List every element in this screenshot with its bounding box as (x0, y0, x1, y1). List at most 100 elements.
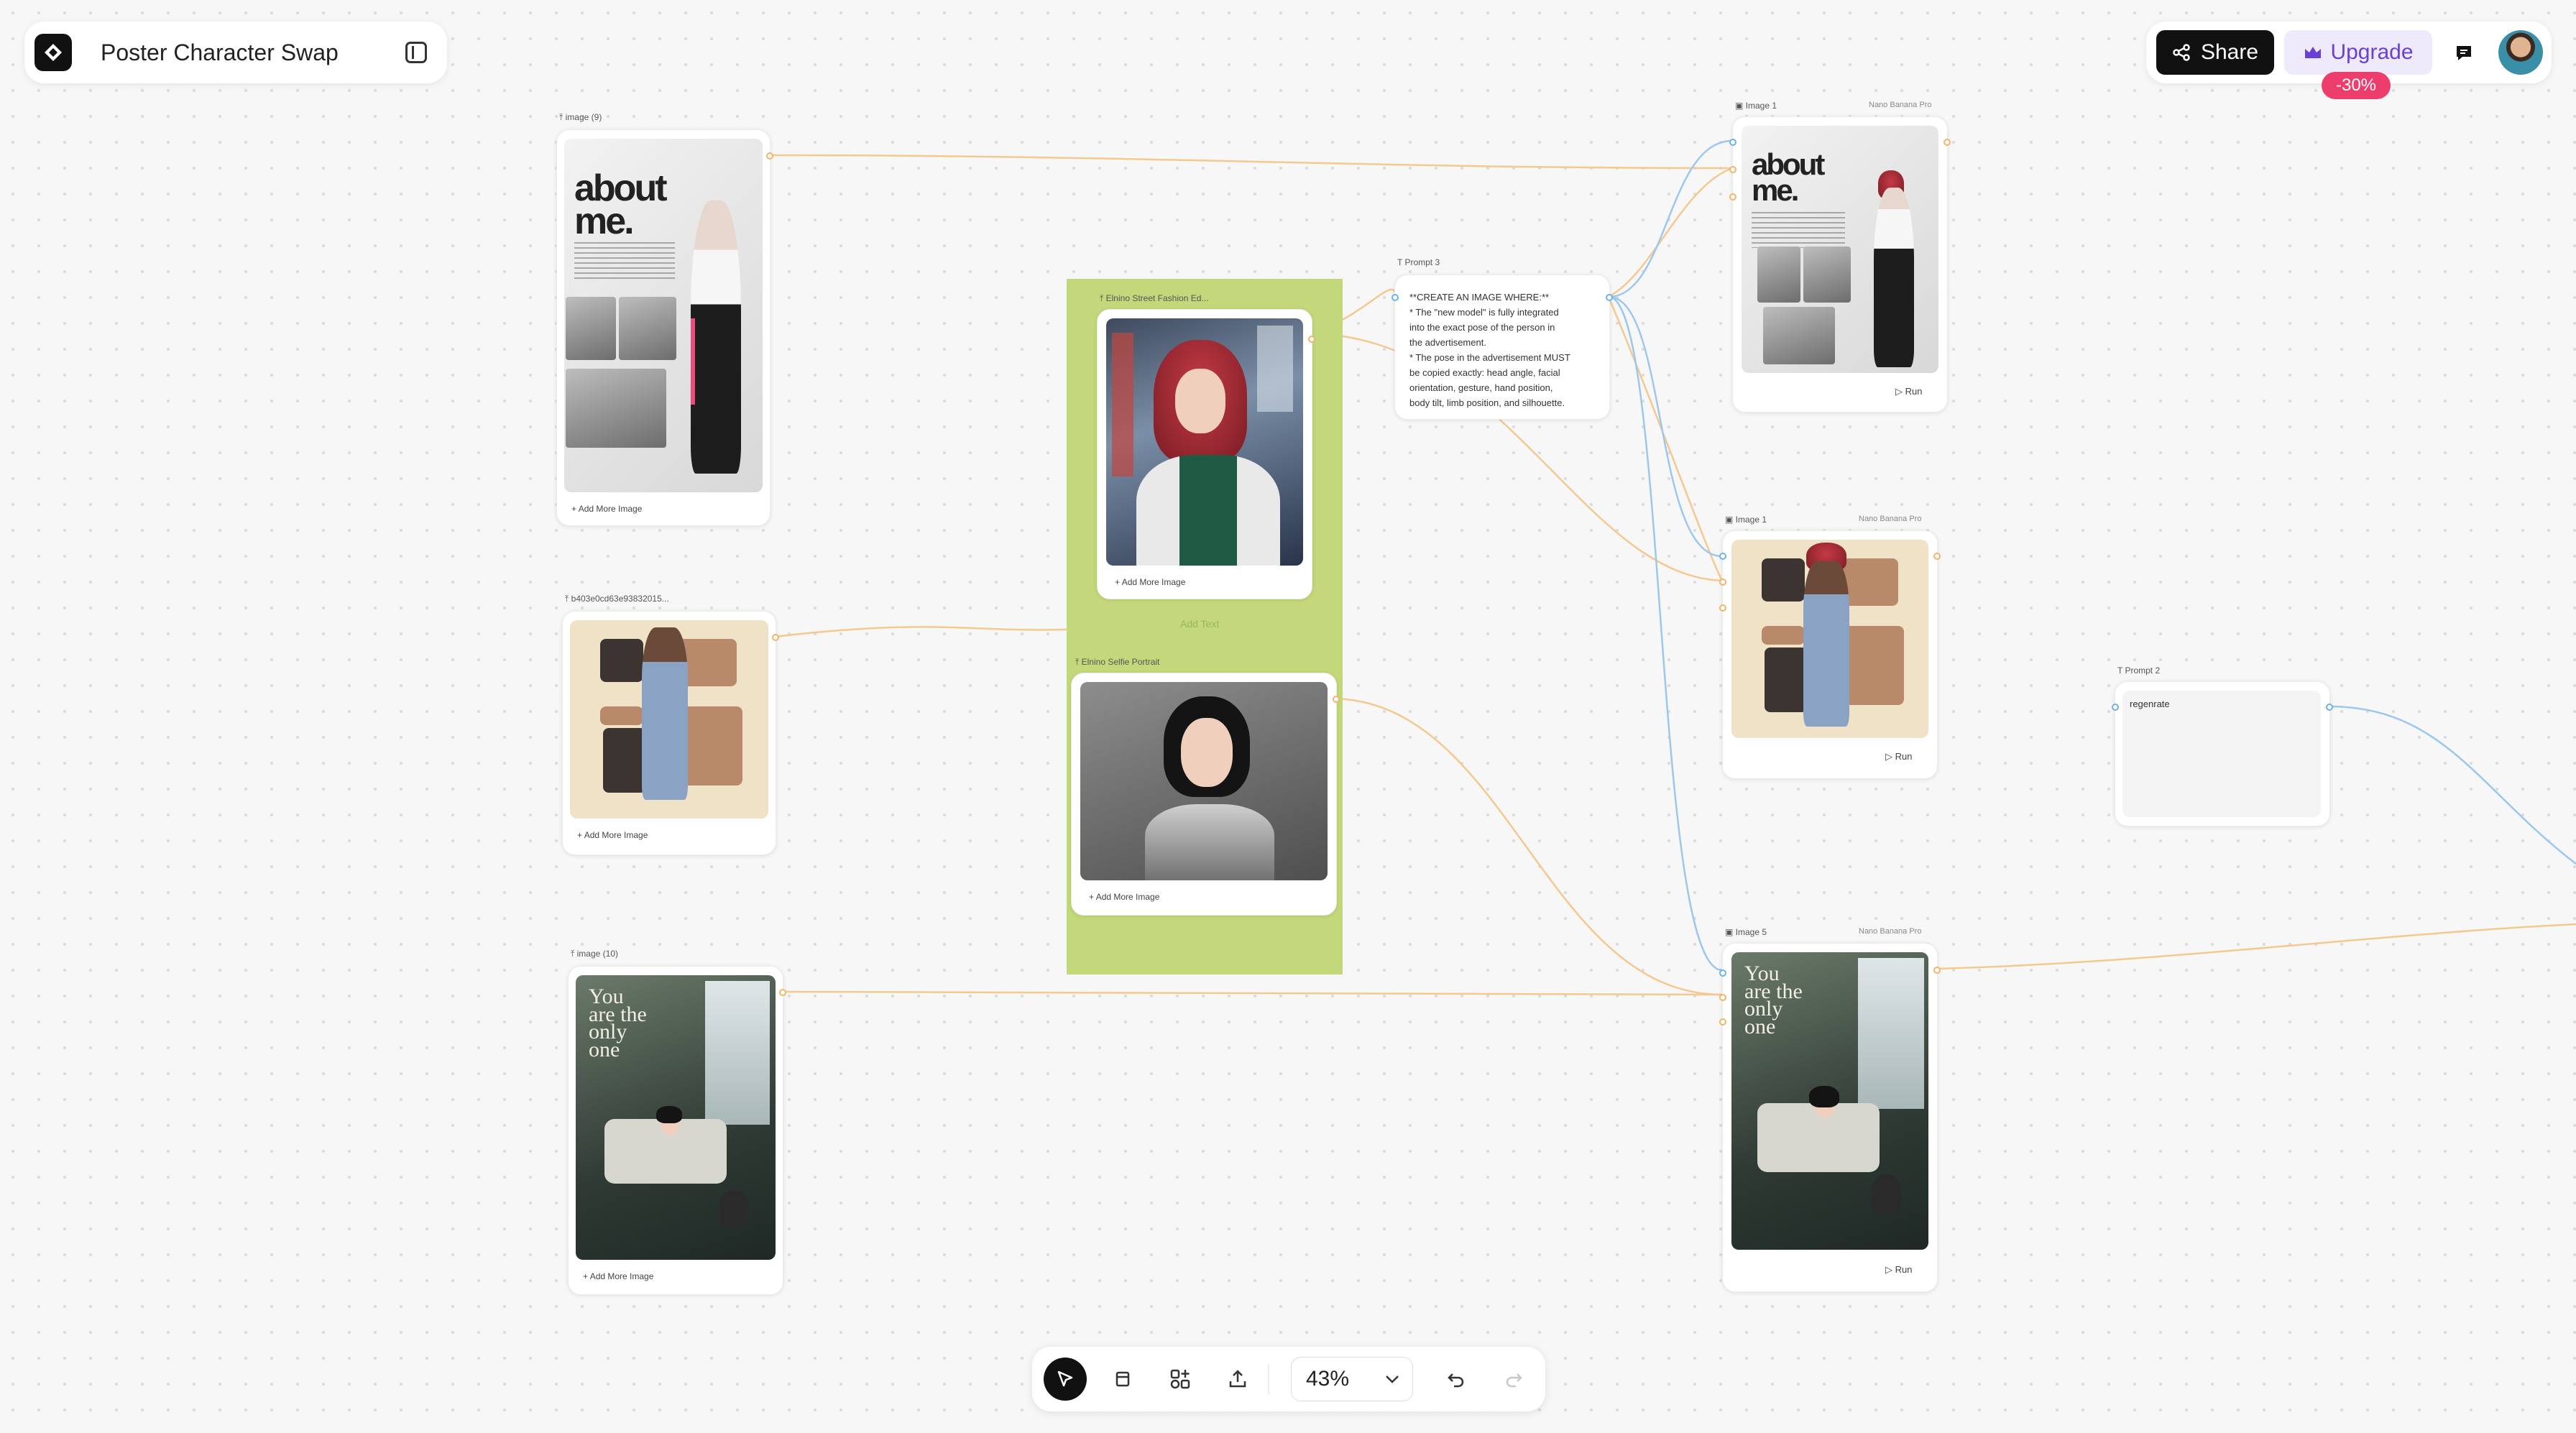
input-port[interactable] (1719, 1018, 1726, 1026)
frame-tool-button[interactable] (1101, 1358, 1144, 1401)
node-label-selfie: ⤒ Elnino Selfie Portrait (1075, 657, 1160, 667)
input-port[interactable] (1729, 139, 1736, 146)
input-port[interactable] (1729, 193, 1736, 201)
prompt-textarea[interactable]: regenrate (2122, 691, 2321, 817)
user-avatar[interactable] (2498, 30, 2543, 75)
output-port[interactable] (1308, 336, 1315, 343)
image-thumbnail[interactable]: about me. (564, 139, 763, 492)
wire-hashimg-group (774, 626, 1067, 638)
model-label: Nano Banana Pro (1859, 927, 1922, 936)
add-text-button[interactable]: Add Text (1180, 618, 1219, 630)
image-thumbnail[interactable] (1106, 318, 1303, 566)
add-more-image-button[interactable]: + Add More Image (583, 1271, 653, 1281)
output-port[interactable] (779, 989, 786, 996)
node-label-prompt2: T Prompt 2 (2117, 665, 2161, 676)
cursor-icon (1057, 1370, 1073, 1387)
wire-prompt3-out2 (1607, 296, 1724, 581)
undo-button[interactable] (1435, 1358, 1478, 1401)
document-header: Poster Character Swap (24, 22, 447, 83)
output-port[interactable] (1933, 553, 1941, 560)
poster-about-title: about me. (574, 167, 668, 242)
model-label: Nano Banana Pro (1859, 515, 1922, 523)
generator-node-out5[interactable]: You are the only one ▷ Run (1719, 943, 1941, 1292)
wire-prompt3-out5-blue (1608, 295, 1723, 972)
select-tool-button[interactable] (1044, 1358, 1087, 1401)
input-port[interactable] (1392, 294, 1399, 301)
crown-icon (2305, 47, 2322, 58)
share-label: Share (2200, 40, 2259, 64)
add-more-image-button[interactable]: + Add More Image (571, 504, 642, 514)
share-icon (2173, 44, 2190, 61)
input-port[interactable] (1719, 579, 1726, 586)
node-label-prompt3: T Prompt 3 (1397, 257, 1440, 267)
image-node-hashimg[interactable]: + Add More Image (562, 611, 779, 855)
image-node-image9[interactable]: about me. + Add More Image (556, 129, 773, 526)
input-port[interactable] (1729, 166, 1736, 173)
node-label-out5: ▣ Image 5 (1725, 927, 1767, 937)
prompt-text: regenrate (2130, 699, 2170, 709)
generator-node-out2[interactable]: ▷ Run (1719, 530, 1941, 779)
poster-about-title: about me. (1752, 147, 1825, 207)
image-node-selfie-portrait[interactable]: + Add More Image (1071, 673, 1340, 916)
image-node-street-fashion[interactable]: + Add More Image (1097, 309, 1315, 599)
toolbar-divider (1268, 1364, 1269, 1394)
output-port[interactable] (1606, 294, 1613, 301)
image-thumbnail[interactable] (570, 620, 768, 819)
prompt-text[interactable]: **CREATE AN IMAGE WHERE:** * The "new mo… (1409, 290, 1604, 410)
share-button[interactable]: Share (2156, 30, 2274, 75)
input-port[interactable] (1719, 553, 1726, 560)
output-port[interactable] (766, 152, 773, 160)
chevron-down-icon (1386, 1376, 1399, 1383)
top-actions: Share Upgrade -30% (2146, 22, 2552, 99)
image-thumbnail[interactable] (1080, 682, 1328, 880)
add-node-tool-button[interactable] (1159, 1358, 1202, 1401)
undo-icon (1448, 1373, 1464, 1388)
wire-prompt3-out2-blue (1608, 295, 1723, 558)
image-thumbnail[interactable]: about me. (1742, 126, 1938, 373)
add-more-image-button[interactable]: + Add More Image (577, 830, 648, 840)
output-port[interactable] (772, 634, 779, 641)
output-port[interactable] (1933, 967, 1941, 974)
node-label-hashimg: ⤒ b403e0cd63e93832015... (565, 594, 669, 604)
sidebar-toggle-icon[interactable] (405, 42, 427, 63)
input-port[interactable] (1719, 994, 1726, 1001)
comment-icon[interactable] (2454, 43, 2474, 67)
wire-prompt3-out1-blue (1608, 139, 1733, 298)
prompt-node-prompt3[interactable]: **CREATE AN IMAGE WHERE:** * The "new mo… (1392, 275, 1613, 420)
upgrade-button[interactable]: Upgrade (2284, 30, 2432, 75)
app-logo-icon[interactable] (34, 34, 72, 71)
run-button[interactable]: ▷ Run (1885, 1264, 1912, 1276)
add-more-image-button[interactable]: + Add More Image (1089, 892, 1159, 902)
redo-icon (1506, 1373, 1522, 1388)
input-port[interactable] (1719, 604, 1726, 612)
wire-image9-out1 (768, 154, 1733, 170)
input-port[interactable] (2112, 704, 2119, 711)
image-node-image10[interactable]: You are the only one + Add More Image (568, 966, 786, 1295)
wire-selfie-out5 (1335, 697, 1723, 996)
node-label-image10: ⤒ image (10) (571, 949, 618, 959)
output-port[interactable] (1333, 696, 1340, 703)
document-title[interactable]: Poster Character Swap (101, 40, 339, 66)
bottom-toolbar: 43% (1032, 1347, 1545, 1411)
node-label-out1: ▣ Image 1 (1735, 101, 1777, 111)
zoom-value: 43% (1306, 1367, 1350, 1391)
output-port[interactable] (1944, 139, 1951, 146)
wire-out5-right (1936, 923, 2576, 970)
wire-prompt3-out1 (1608, 167, 1733, 298)
image-thumbnail[interactable]: You are the only one (576, 975, 776, 1260)
input-port[interactable] (1719, 969, 1726, 977)
zoom-select[interactable]: 43% (1291, 1357, 1413, 1401)
add-more-image-button[interactable]: + Add More Image (1115, 577, 1185, 587)
redo-button[interactable] (1492, 1358, 1535, 1401)
image-thumbnail[interactable]: You are the only one (1731, 952, 1928, 1250)
upload-tool-button[interactable] (1216, 1358, 1259, 1401)
upload-icon (1229, 1370, 1246, 1388)
image-thumbnail[interactable] (1731, 540, 1928, 738)
prompt-node-prompt2[interactable]: regenrate (2112, 681, 2333, 826)
run-button[interactable]: ▷ Run (1885, 751, 1912, 762)
shapes-icon (1170, 1369, 1190, 1389)
output-port[interactable] (2326, 704, 2333, 711)
run-button[interactable]: ▷ Run (1895, 386, 1922, 397)
generator-node-out1[interactable]: about me. ▷ Run (1729, 116, 1951, 413)
poster-you-are-title: You are the only one (1744, 962, 1803, 1038)
